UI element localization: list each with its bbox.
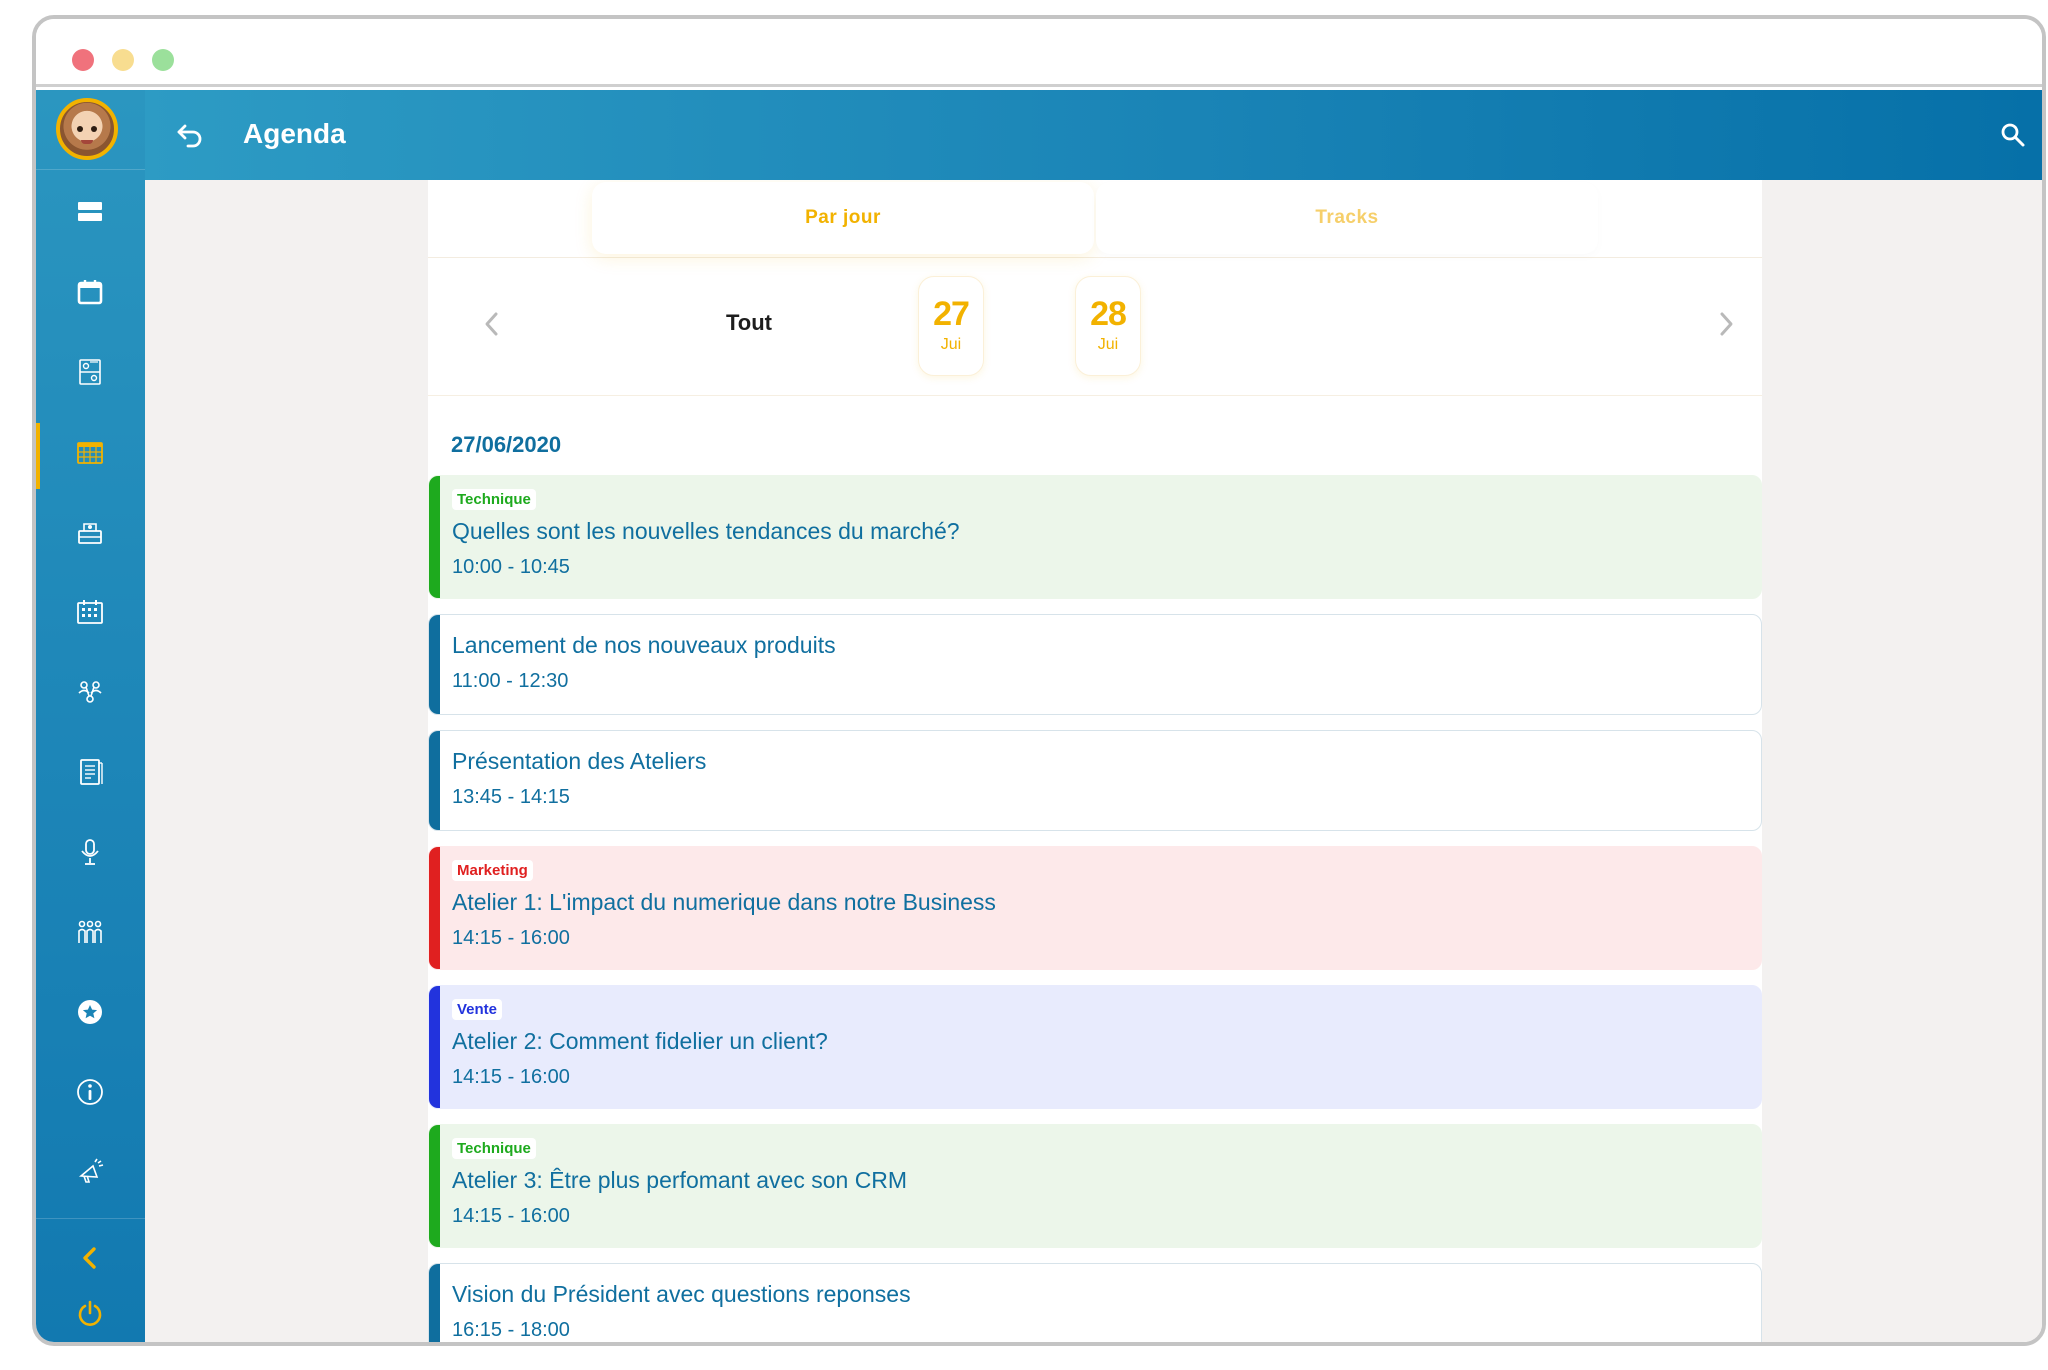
session-title: Lancement de nos nouveaux produits bbox=[452, 632, 836, 658]
previous-day-button[interactable] bbox=[472, 304, 512, 344]
sidebar-item-calendar[interactable] bbox=[64, 266, 116, 318]
sidebar-item-list[interactable] bbox=[64, 186, 116, 238]
track-badge: Marketing bbox=[452, 860, 533, 881]
back-arrow-icon bbox=[177, 124, 202, 148]
megaphone-icon bbox=[78, 1158, 104, 1183]
exhibitors-icon bbox=[78, 523, 102, 544]
session-card[interactable]: Présentation des Ateliers 13:45 - 14:15 bbox=[428, 730, 1762, 831]
microphone-icon bbox=[81, 839, 99, 865]
floor-plan-icon bbox=[79, 359, 101, 385]
track-badge: Technique bbox=[452, 489, 536, 510]
session-title: Présentation des Ateliers bbox=[452, 748, 707, 774]
list-icon bbox=[78, 202, 102, 221]
session-card[interactable]: Vente Atelier 2: Comment fidelier un clie… bbox=[428, 985, 1762, 1109]
maximize-window-button[interactable] bbox=[152, 49, 174, 71]
session-card[interactable]: Technique Quelles sont les nouvelles tend… bbox=[428, 475, 1762, 599]
power-icon bbox=[78, 1300, 102, 1326]
sidebar-item-exhibitors[interactable] bbox=[64, 506, 116, 558]
schedule-icon bbox=[77, 600, 103, 624]
window-titlebar bbox=[36, 19, 2042, 87]
session-time: 16:15 - 18:00 bbox=[452, 1319, 570, 1341]
track-color-bar bbox=[429, 847, 440, 969]
day-number: 27 bbox=[933, 295, 970, 333]
date-heading: 27/06/2020 bbox=[451, 432, 562, 457]
info-icon bbox=[77, 1079, 103, 1105]
session-time: 13:45 - 14:15 bbox=[452, 786, 570, 808]
all-days-filter[interactable]: Tout bbox=[726, 310, 772, 336]
chevron-left-icon bbox=[83, 1247, 96, 1269]
star-icon bbox=[78, 1000, 102, 1024]
next-day-button[interactable] bbox=[1706, 304, 1746, 344]
sidebar-item-speakers[interactable] bbox=[64, 826, 116, 878]
sidebar-item-favorites[interactable] bbox=[64, 986, 116, 1038]
session-title: Vision du Président avec questions repon… bbox=[452, 1281, 911, 1307]
tab-par-jour[interactable]: Par jour bbox=[592, 182, 1094, 254]
networking-icon bbox=[78, 681, 102, 703]
day-number: 28 bbox=[1090, 295, 1127, 333]
app-header: Agenda bbox=[145, 90, 2042, 180]
search-button[interactable] bbox=[1990, 112, 2036, 158]
agenda-panel: Par jour Tracks Tout 27 Jui 28 Jui 27/06… bbox=[428, 180, 1762, 1342]
page-title: Agenda bbox=[243, 118, 346, 149]
session-time: 10:00 - 10:45 bbox=[452, 556, 570, 578]
sidebar-item-info[interactable] bbox=[64, 1066, 116, 1118]
sidebar-item-schedule[interactable] bbox=[64, 586, 116, 638]
sidebar-item-attendees[interactable] bbox=[64, 906, 116, 958]
sidebar bbox=[36, 90, 145, 1342]
session-title: Atelier 2: Comment fidelier un client? bbox=[452, 1028, 828, 1054]
session-card[interactable]: Lancement de nos nouveaux produits 11:00 … bbox=[428, 614, 1762, 715]
avatar-cell bbox=[36, 90, 145, 170]
sidebar-item-documents[interactable] bbox=[64, 746, 116, 798]
session-title: Quelles sont les nouvelles tendances du … bbox=[452, 518, 960, 544]
tab-tracks[interactable]: Tracks bbox=[1096, 182, 1598, 254]
app-body: Agenda Par jour Tracks Tout 27 Jui 28 Ju… bbox=[36, 90, 2042, 1342]
day-chip-28[interactable]: 28 Jui bbox=[1075, 276, 1141, 376]
sidebar-item-floor-plan[interactable] bbox=[64, 346, 116, 398]
session-time: 14:15 - 16:00 bbox=[452, 1205, 570, 1227]
session-card[interactable]: Vision du Président avec questions repon… bbox=[428, 1263, 1762, 1342]
day-month: Jui bbox=[940, 336, 962, 353]
track-badge: Technique bbox=[452, 1138, 536, 1159]
chevron-right-icon bbox=[1720, 312, 1733, 336]
track-color-bar bbox=[429, 476, 440, 598]
calendar-icon bbox=[77, 280, 103, 305]
documents-icon bbox=[80, 759, 103, 785]
date-filter: Tout 27 Jui 28 Jui bbox=[428, 258, 1762, 396]
track-color-bar bbox=[429, 1125, 440, 1247]
track-color-bar bbox=[429, 731, 440, 830]
close-window-button[interactable] bbox=[72, 49, 94, 71]
active-indicator bbox=[36, 423, 40, 489]
session-time: 11:00 - 12:30 bbox=[452, 670, 569, 692]
session-card[interactable]: Technique Atelier 3: Être plus perfomant … bbox=[428, 1124, 1762, 1248]
session-time: 14:15 - 16:00 bbox=[452, 1066, 570, 1088]
chevron-left-icon bbox=[485, 312, 498, 336]
agenda-grid-icon bbox=[77, 442, 103, 464]
day-month: Jui bbox=[1097, 336, 1119, 353]
track-badge: Vente bbox=[452, 999, 503, 1020]
sidebar-item-networking[interactable] bbox=[64, 666, 116, 718]
day-chip-27[interactable]: 27 Jui bbox=[918, 276, 984, 376]
track-color-bar bbox=[429, 1264, 440, 1342]
minimize-window-button[interactable] bbox=[112, 49, 134, 71]
attendees-icon bbox=[78, 920, 102, 943]
session-card[interactable]: Marketing Atelier 1: L'impact du numeriqu… bbox=[428, 846, 1762, 970]
search-icon bbox=[2001, 123, 2025, 147]
browser-window: Agenda Par jour Tracks Tout 27 Jui 28 Ju… bbox=[32, 15, 2046, 1346]
session-title: Atelier 1: L'impact du numerique dans no… bbox=[452, 889, 996, 915]
view-tabs: Par jour Tracks bbox=[428, 180, 1762, 258]
track-color-bar bbox=[429, 986, 440, 1108]
session-title: Atelier 3: Être plus perfomant avec son … bbox=[452, 1167, 908, 1193]
sidebar-item-agenda[interactable] bbox=[64, 426, 116, 478]
sidebar-item-announcements[interactable] bbox=[64, 1146, 116, 1198]
avatar[interactable] bbox=[56, 98, 118, 160]
session-time: 14:15 - 16:00 bbox=[452, 927, 570, 949]
sidebar-collapse-button[interactable] bbox=[64, 1232, 116, 1284]
back-button[interactable] bbox=[167, 112, 213, 158]
logout-button[interactable] bbox=[64, 1287, 116, 1339]
track-color-bar bbox=[429, 615, 440, 714]
sidebar-divider bbox=[36, 1218, 145, 1219]
